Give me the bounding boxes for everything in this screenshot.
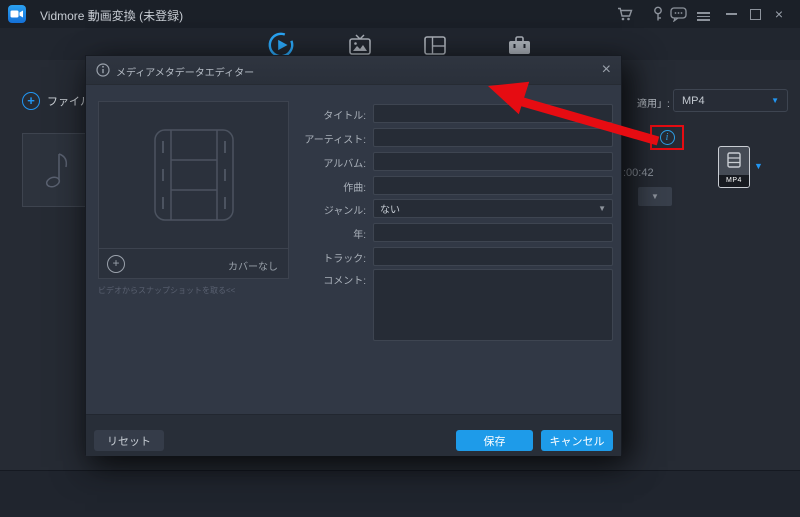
cover-panel: + カバーなし: [98, 101, 289, 279]
close-window-button[interactable]: ×: [770, 6, 788, 22]
comment-textarea[interactable]: [373, 269, 613, 341]
feedback-chat-icon[interactable]: [669, 6, 687, 22]
genre-dropdown[interactable]: ない ▼: [373, 199, 613, 218]
format-caret-icon[interactable]: ▼: [754, 162, 763, 171]
track-label: トラック:: [323, 250, 366, 265]
music-note-icon: [39, 150, 69, 190]
app-title: Vidmore 動画変換 (未登録): [40, 7, 183, 24]
no-cover-label: カバーなし: [228, 258, 278, 273]
add-cover-button[interactable]: +: [107, 255, 125, 273]
app-logo-icon: [8, 5, 26, 23]
cancel-button[interactable]: キャンセル: [541, 430, 613, 451]
maximize-button[interactable]: [746, 6, 764, 22]
dialog-info-icon: [96, 63, 110, 77]
mini-caret-icon: ▼: [651, 193, 659, 201]
dialog-title: メディアメタデータエディター: [116, 64, 254, 79]
duration-text: :00:42: [623, 167, 654, 179]
minimize-button[interactable]: [722, 6, 740, 22]
dialog-footer: リセット 保存 キャンセル: [86, 414, 621, 456]
metadata-editor-dialog: メディアメタデータエディター × + カバーなし ビデオからスナップショットを取…: [85, 55, 622, 455]
store-cart-icon[interactable]: [616, 6, 634, 22]
audio-track-dropdown[interactable]: ▼: [638, 187, 672, 206]
composer-label: 作曲:: [343, 179, 366, 194]
info-highlight-box: i: [650, 125, 684, 150]
add-file-plus-icon: +: [22, 92, 40, 110]
filmstrip-placeholder-icon: [152, 127, 236, 223]
artist-label: アーティスト:: [304, 131, 366, 146]
output-format-badge[interactable]: MP4: [718, 146, 750, 188]
genre-caret-icon: ▼: [598, 205, 606, 213]
album-label: アルバム:: [323, 155, 366, 170]
tab-collage-icon[interactable]: [423, 34, 447, 57]
track-input[interactable]: [373, 247, 613, 266]
genre-label: ジャンル:: [324, 202, 366, 217]
artist-input[interactable]: [373, 128, 613, 147]
album-input[interactable]: [373, 152, 613, 171]
app-window: Vidmore 動画変換 (未登録) ×: [0, 0, 800, 517]
apply-to-all-label: 適用」:: [637, 95, 670, 110]
year-label: 年:: [353, 226, 366, 241]
year-input[interactable]: [373, 223, 613, 242]
cover-bar: + カバーなし: [99, 249, 288, 279]
tab-toolbox-icon[interactable]: [507, 35, 532, 57]
media-info-icon[interactable]: i: [660, 130, 675, 145]
cover-preview: [99, 102, 288, 249]
bottom-bar: 保存先: D:¥Vidmore¥Vidmore 動画変換¥Converted ▼…: [0, 470, 800, 517]
menu-icon[interactable]: [697, 6, 715, 26]
title-label: タイトル:: [323, 107, 366, 122]
apply-format-value: MP4: [682, 95, 771, 107]
composer-input[interactable]: [373, 176, 613, 195]
comment-label: コメント:: [323, 272, 366, 287]
dialog-header: メディアメタデータエディター ×: [86, 56, 621, 85]
reset-button[interactable]: リセット: [94, 430, 164, 451]
file-item-thumbnail[interactable]: [22, 133, 86, 207]
dialog-close-button[interactable]: ×: [602, 61, 611, 79]
tab-mv-icon[interactable]: [348, 34, 372, 57]
title-bar: Vidmore 動画変換 (未登録) ×: [0, 0, 800, 28]
apply-caret-icon: ▼: [771, 97, 779, 105]
genre-value: ない: [380, 201, 598, 216]
output-format-label: MP4: [719, 175, 749, 187]
register-key-icon[interactable]: [649, 6, 667, 22]
apply-format-dropdown[interactable]: MP4 ▼: [673, 89, 788, 112]
add-file-button[interactable]: + ファイル: [22, 90, 92, 112]
snapshot-link[interactable]: ビデオからスナップショットを取る<<: [98, 285, 235, 296]
title-input[interactable]: [373, 104, 613, 123]
save-button[interactable]: 保存: [456, 430, 533, 451]
